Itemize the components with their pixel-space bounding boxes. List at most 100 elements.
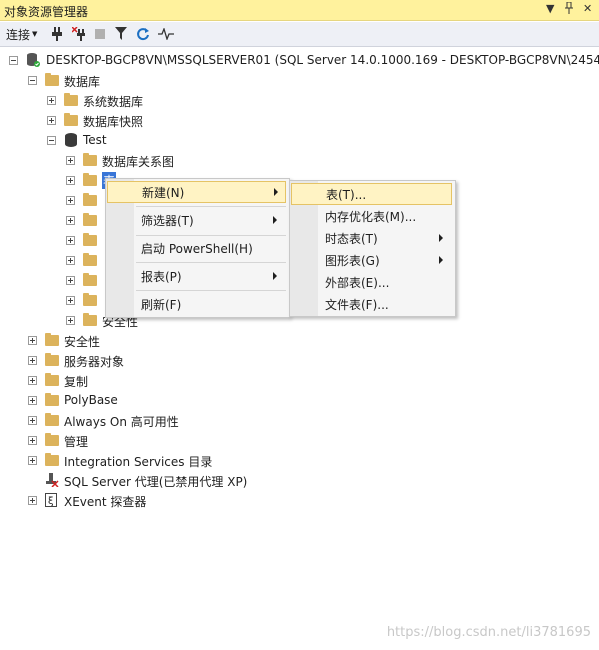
expand-toggle[interactable]: [66, 276, 75, 285]
submenu-item-filetable[interactable]: 文件表(F)...: [291, 293, 452, 315]
database-snapshots-label: 数据库快照: [83, 115, 144, 129]
expand-toggle[interactable]: [66, 216, 75, 225]
svg-text:ξ: ξ: [48, 496, 54, 507]
menu-separator: [136, 290, 286, 291]
tree-node-views[interactable]: [0, 190, 120, 210]
menu-item-label: 内存优化表(M)...: [325, 209, 417, 224]
toolbar: 连接 ▼: [0, 22, 599, 47]
folder-icon: [83, 173, 97, 186]
tree-node-tables[interactable]: 表: [0, 170, 120, 190]
management-label: 管理: [64, 435, 89, 449]
menu-item-new[interactable]: 新建(N): [107, 181, 286, 203]
collapse-toggle[interactable]: [28, 76, 37, 85]
expand-toggle[interactable]: [47, 116, 56, 125]
window-titlebar: 对象资源管理器 ▼ ✕: [0, 0, 599, 21]
submenu-arrow-icon: [273, 216, 277, 224]
menu-item-refresh[interactable]: 刷新(F): [107, 293, 286, 315]
tree-node-databases[interactable]: 数据库: [0, 70, 300, 90]
menu-item-label: 图形表(G): [325, 253, 380, 268]
server-objects-label: 服务器对象: [64, 355, 125, 369]
expand-toggle[interactable]: [47, 96, 56, 105]
tree-node-always-on[interactable]: Always On 高可用性: [0, 410, 300, 430]
expand-toggle[interactable]: [66, 296, 75, 305]
context-menu: 新建(N) 筛选器(T) 启动 PowerShell(H) 报表(P) 刷新(F…: [105, 178, 290, 318]
menu-separator: [136, 262, 286, 263]
tree-node-system-databases[interactable]: 系统数据库: [0, 90, 300, 110]
tree-node-server-objects[interactable]: 服务器对象: [0, 350, 300, 370]
menu-item-label: 刷新(F): [141, 297, 182, 312]
tree-node-synonyms[interactable]: [0, 230, 120, 250]
menu-separator: [136, 206, 286, 207]
tree-node-integration-services[interactable]: Integration Services 目录: [0, 450, 300, 470]
tree-node-security[interactable]: 安全性: [0, 330, 300, 350]
menu-item-filter[interactable]: 筛选器(T): [107, 209, 286, 231]
menu-item-powershell[interactable]: 启动 PowerShell(H): [107, 237, 286, 259]
dropdown-icon[interactable]: ▼: [546, 2, 554, 15]
tree-node-database-snapshots[interactable]: 数据库快照: [0, 110, 300, 130]
tree-node-diagrams[interactable]: 数据库关系图: [0, 150, 300, 170]
expand-toggle[interactable]: [28, 436, 37, 445]
filter-icon[interactable]: [114, 26, 128, 42]
folder-icon: [83, 213, 97, 226]
tree-node-programmability[interactable]: [0, 250, 120, 270]
expand-toggle[interactable]: [28, 376, 37, 385]
menu-item-label: 文件表(F)...: [325, 297, 389, 312]
submenu-item-table[interactable]: 表(T)...: [291, 183, 452, 205]
server-icon: [26, 52, 40, 71]
menu-item-label: 新建(N): [142, 185, 185, 200]
expand-toggle[interactable]: [28, 356, 37, 365]
tree-node-storage[interactable]: [0, 290, 120, 310]
expand-toggle[interactable]: [28, 416, 37, 425]
menu-separator: [136, 235, 286, 236]
collapse-toggle[interactable]: [47, 136, 56, 145]
submenu-item-temporal[interactable]: 时态表(T): [291, 227, 452, 249]
expand-toggle[interactable]: [28, 336, 37, 345]
folder-icon: [45, 353, 59, 366]
submenu-arrow-icon: [439, 256, 443, 264]
activity-icon[interactable]: [158, 26, 174, 42]
diagrams-label: 数据库关系图: [102, 155, 175, 169]
tree-node-server[interactable]: DESKTOP-BGCP8VN\MSSQLSERVER01 (SQL Serve…: [0, 50, 599, 70]
expand-toggle[interactable]: [66, 196, 75, 205]
tree-node-test[interactable]: Test: [0, 130, 300, 150]
tree-node-replication[interactable]: 复制: [0, 370, 300, 390]
tree-node-xevent[interactable]: ξ XEvent 探查器: [0, 490, 300, 510]
menu-item-label: 启动 PowerShell(H): [141, 241, 253, 256]
integration-services-label: Integration Services 目录: [64, 455, 213, 469]
folder-icon: [45, 453, 59, 466]
tree-node-service-broker[interactable]: [0, 270, 120, 290]
submenu-arrow-icon: [439, 234, 443, 242]
disconnect-icon[interactable]: [72, 26, 88, 42]
expand-toggle[interactable]: [28, 396, 37, 405]
server-label: DESKTOP-BGCP8VN\MSSQLSERVER01 (SQL Serve…: [46, 53, 599, 67]
expand-toggle[interactable]: [66, 236, 75, 245]
tree-node-sql-agent[interactable]: SQL Server 代理(已禁用代理 XP): [0, 470, 300, 490]
connect-icon[interactable]: [50, 26, 64, 42]
expand-toggle[interactable]: [66, 156, 75, 165]
expand-toggle[interactable]: [28, 456, 37, 465]
xevent-icon: ξ: [45, 493, 57, 510]
menu-item-reports[interactable]: 报表(P): [107, 265, 286, 287]
submenu-item-graph[interactable]: 图形表(G): [291, 249, 452, 271]
close-icon[interactable]: ✕: [583, 2, 592, 15]
collapse-toggle[interactable]: [9, 56, 18, 65]
system-databases-label: 系统数据库: [83, 95, 144, 109]
tree-node-management[interactable]: 管理: [0, 430, 300, 450]
submenu-item-external[interactable]: 外部表(E)...: [291, 271, 452, 293]
databases-label: 数据库: [64, 75, 101, 89]
refresh-icon[interactable]: [136, 26, 150, 42]
menu-item-label: 时态表(T): [325, 231, 378, 246]
connect-button[interactable]: 连接 ▼: [6, 26, 37, 42]
tree-node-polybase[interactable]: PolyBase: [0, 390, 300, 410]
expand-toggle[interactable]: [66, 256, 75, 265]
sql-agent-label: SQL Server 代理(已禁用代理 XP): [64, 475, 248, 489]
stop-icon[interactable]: [94, 26, 106, 42]
pin-icon[interactable]: [564, 1, 574, 17]
expand-toggle[interactable]: [28, 496, 37, 505]
expand-toggle[interactable]: [66, 316, 75, 325]
always-on-label: Always On 高可用性: [64, 415, 179, 429]
submenu-item-memory-optimized[interactable]: 内存优化表(M)...: [291, 205, 452, 227]
expand-toggle[interactable]: [66, 176, 75, 185]
folder-icon: [45, 433, 59, 446]
tree-node-external[interactable]: [0, 210, 120, 230]
